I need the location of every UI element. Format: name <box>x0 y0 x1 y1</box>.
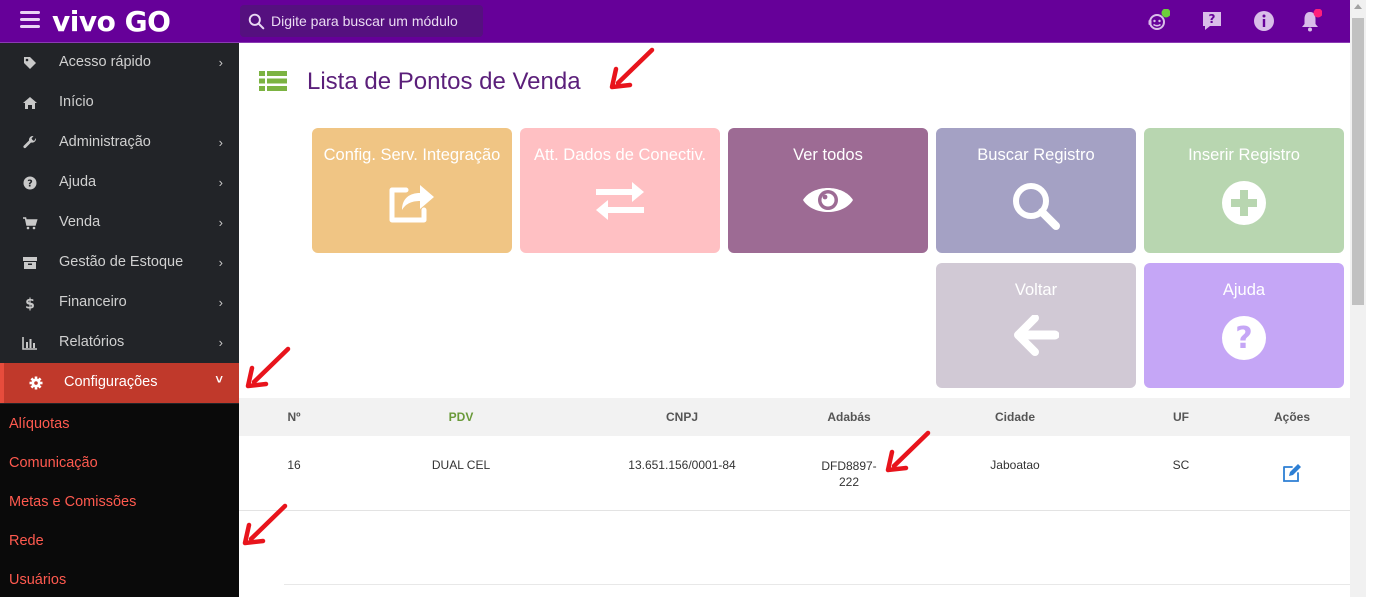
main-content: Lista de Pontos de Venda Config. Serv. I… <box>239 43 1350 597</box>
eye-icon <box>803 188 853 212</box>
submenu-item-aliquotas[interactable]: Alíquotas <box>0 404 239 443</box>
tile-config-serv-integracao[interactable]: Config. Serv. Integração <box>312 128 512 253</box>
search-icon <box>1013 183 1060 230</box>
chevron-right-icon: › <box>218 55 223 70</box>
tile-ver-todos[interactable]: Ver todos <box>728 128 928 253</box>
svg-text:?: ? <box>27 179 33 190</box>
chevron-right-icon: › <box>218 175 223 190</box>
header-pdv[interactable]: PDV <box>449 410 474 424</box>
top-bar: vivo GO ? <box>0 0 1350 43</box>
sidebar-item-inicio[interactable]: Início <box>0 83 239 123</box>
arrow-left-icon <box>1014 315 1059 356</box>
notification-bell-icon[interactable] <box>1298 9 1322 33</box>
table-header: Nº PDV CNPJ Adabás Cidade UF Ações <box>239 398 1350 436</box>
header-uf[interactable]: UF <box>1173 410 1189 424</box>
search-icon <box>248 13 265 29</box>
module-search[interactable] <box>240 5 483 37</box>
question-circle-icon: ? <box>1222 316 1266 360</box>
svg-text:$: $ <box>25 297 35 312</box>
sidebar-item-relatorios[interactable]: Relatórios › <box>0 323 239 363</box>
table-row[interactable]: 16 DUAL CEL 13.651.156/0001-84 DFD8897- … <box>239 436 1350 511</box>
chevron-right-icon: › <box>218 255 223 270</box>
cart-icon <box>23 217 38 230</box>
submenu-item-metas-comissoes[interactable]: Metas e Comissões <box>0 482 239 521</box>
chevron-right-icon: › <box>218 295 223 310</box>
svg-text:?: ? <box>1209 12 1216 26</box>
header-numero[interactable]: Nº <box>287 410 300 424</box>
chevron-right-icon: › <box>218 335 223 350</box>
header-cnpj[interactable]: CNPJ <box>666 410 698 424</box>
sidebar-item-ajuda[interactable]: ? Ajuda › <box>0 163 239 203</box>
archive-icon <box>23 257 37 269</box>
tag-icon <box>24 57 36 69</box>
sidebar-item-administracao[interactable]: Administração › <box>0 123 239 163</box>
tile-voltar[interactable]: Voltar <box>936 263 1136 388</box>
help-square-icon[interactable]: ? <box>1200 9 1224 33</box>
hamburger-menu-icon[interactable] <box>20 11 40 29</box>
tile-ajuda[interactable]: Ajuda ? <box>1144 263 1344 388</box>
sidebar-item-gestao-estoque[interactable]: Gestão de Estoque › <box>0 243 239 283</box>
page-title: Lista de Pontos de Venda <box>307 68 581 95</box>
page-scrollbar[interactable] <box>1350 0 1366 597</box>
configuracoes-submenu: Alíquotas Comunicação Metas e Comissões … <box>0 404 239 597</box>
home-icon <box>23 97 37 109</box>
cell-pdv: DUAL CEL <box>431 458 491 472</box>
chevron-right-icon: › <box>218 215 223 230</box>
gear-icon <box>29 376 43 390</box>
wrench-icon <box>23 135 37 149</box>
share-icon <box>389 185 434 223</box>
list-icon <box>259 71 287 91</box>
sidebar-item-acesso-rapido[interactable]: Acesso rápido › <box>0 43 239 83</box>
submenu-item-usuarios[interactable]: Usuários <box>0 560 239 599</box>
tile-att-dados-conectiv[interactable]: Att. Dados de Conectiv. <box>520 128 720 253</box>
svg-text:?: ? <box>1235 321 1252 356</box>
plus-circle-icon <box>1222 181 1266 225</box>
sidebar: Acesso rápido › Início Administração › ?… <box>0 43 239 597</box>
submenu-item-comunicacao[interactable]: Comunicação <box>0 443 239 482</box>
scrollbar-thumb[interactable] <box>1352 18 1364 305</box>
cell-numero: 16 <box>287 458 301 472</box>
sidebar-item-financeiro[interactable]: $ Financeiro › <box>0 283 239 323</box>
tile-inserir-registro[interactable]: Inserir Registro <box>1144 128 1344 253</box>
bar-chart-icon <box>22 337 37 350</box>
support-agent-icon[interactable] <box>1146 9 1170 33</box>
exchange-icon <box>596 182 644 220</box>
submenu-item-rede[interactable]: Rede <box>0 521 239 560</box>
cell-adabas: DFD8897- 222 <box>821 459 877 489</box>
chevron-right-icon: › <box>218 135 223 150</box>
edit-icon[interactable] <box>1281 462 1303 484</box>
cell-cidade: Jaboatao <box>990 458 1040 472</box>
cell-cnpj: 13.651.156/0001-84 <box>628 458 736 472</box>
scroll-up-arrow-icon[interactable] <box>1354 4 1362 9</box>
dollar-icon: $ <box>25 297 35 312</box>
header-acoes: Ações <box>1273 410 1311 424</box>
question-circle-icon: ? <box>23 176 37 190</box>
chevron-down-icon: ˅ <box>215 372 223 387</box>
sidebar-item-venda[interactable]: Venda › <box>0 203 239 243</box>
header-cidade[interactable]: Cidade <box>995 410 1035 424</box>
tile-buscar-registro[interactable]: Buscar Registro <box>936 128 1136 253</box>
sidebar-item-configuracoes[interactable]: Configurações ˅ <box>0 363 239 403</box>
vivo-go-logo[interactable]: vivo GO <box>52 5 171 38</box>
search-input[interactable] <box>271 13 481 29</box>
cell-uf: SC <box>1172 458 1190 472</box>
info-icon[interactable] <box>1252 9 1276 33</box>
header-adabas[interactable]: Adabás <box>827 410 870 424</box>
